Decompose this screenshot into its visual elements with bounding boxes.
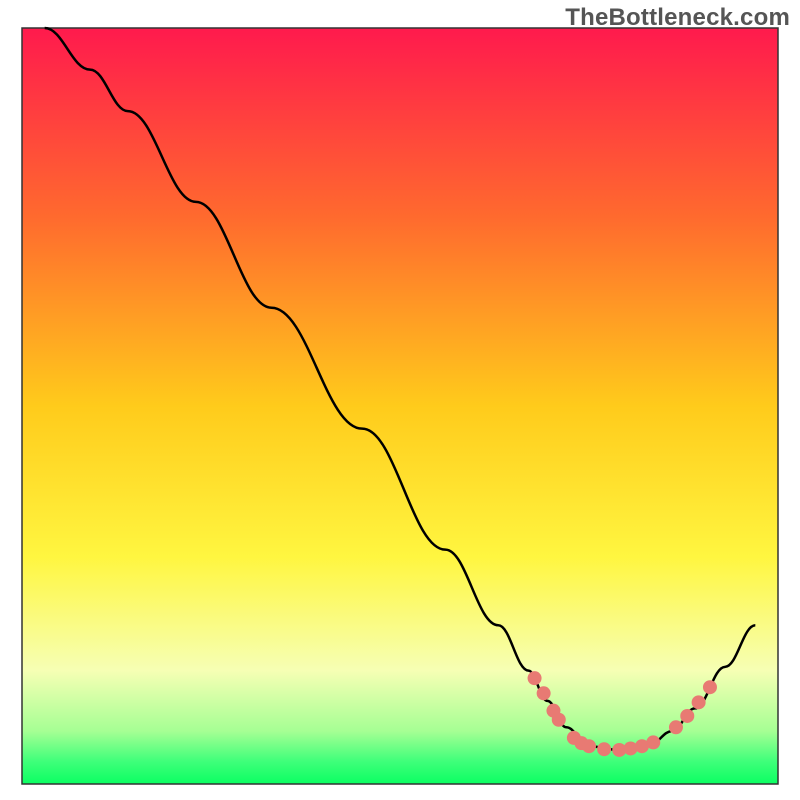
bottleneck-chart xyxy=(0,0,800,800)
data-marker xyxy=(646,735,660,749)
data-marker xyxy=(669,720,683,734)
plot-background xyxy=(22,28,778,784)
data-marker xyxy=(552,713,566,727)
watermark-text: TheBottleneck.com xyxy=(565,4,790,32)
chart-container: TheBottleneck.com xyxy=(0,0,800,800)
data-marker xyxy=(537,686,551,700)
data-marker xyxy=(528,671,542,685)
data-marker xyxy=(680,709,694,723)
data-marker xyxy=(692,695,706,709)
data-marker xyxy=(597,742,611,756)
data-marker xyxy=(703,680,717,694)
data-marker xyxy=(582,739,596,753)
